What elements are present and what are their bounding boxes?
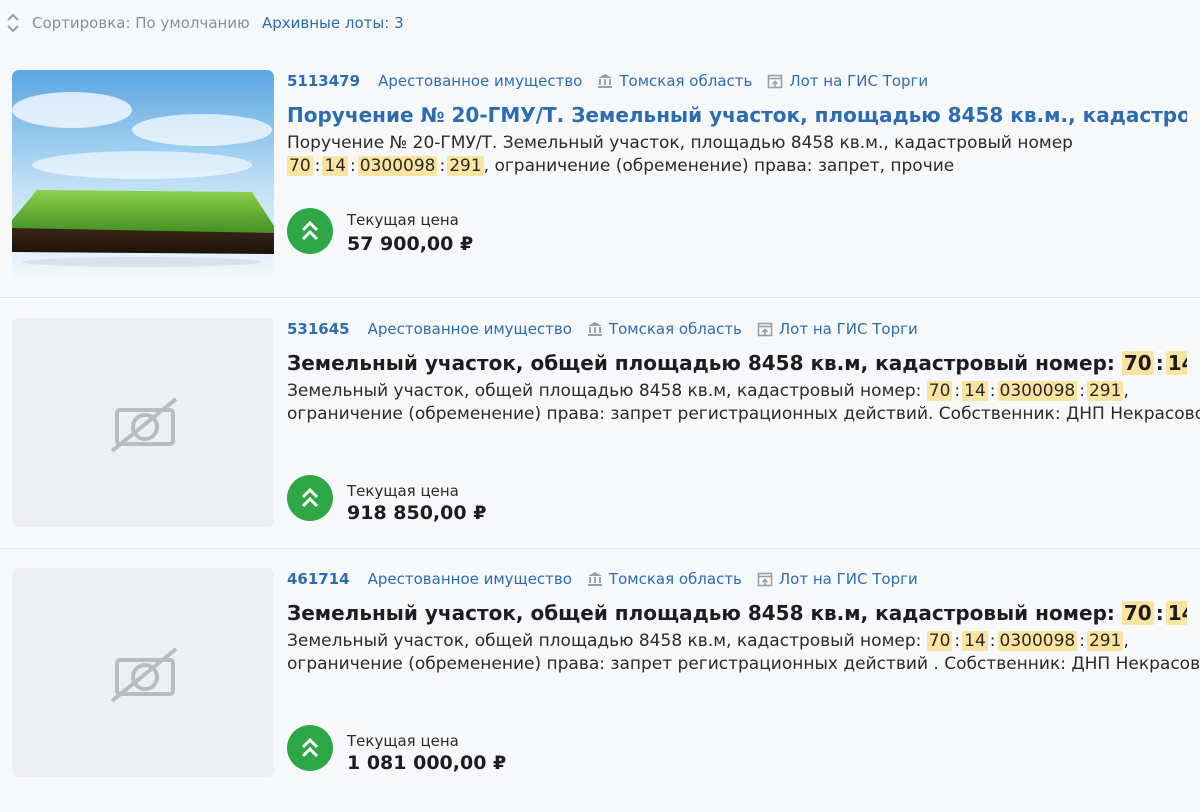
desc-text: , ограничение (обременение) права: запре… [483,156,955,176]
cad-part: 70 [926,631,953,651]
lot-description: Земельный участок, общей площадью 8458 к… [287,630,1200,676]
sort-icon [7,13,19,33]
cad-part: 14 [962,381,988,401]
cad-part: 0300098 [997,381,1078,401]
lot-meta: 531645 Арестованное имущество Томская об… [287,318,918,340]
desc-line: ограничение (обременение) права: запрет … [287,404,1200,424]
desc-line: Поручение № 20-ГМУ/Т. Земельный участок,… [287,133,1073,153]
cad-part: 14 [1165,351,1187,375]
lot-meta: 461714 Арестованное имущество Томская об… [287,568,918,590]
lot-title-link[interactable]: Земельный участок, общей площадью 8458 к… [287,598,1187,628]
lot-image[interactable] [12,568,274,777]
cad-part: 14 [962,631,988,651]
price-label: Текущая цена [347,482,459,500]
gis-torgi-link[interactable]: Лот на ГИС Торги [779,570,918,588]
sort-dropdown[interactable]: Сортировка: По умолчанию [6,12,250,34]
external-link-icon [768,74,783,89]
price-up-icon [287,725,333,771]
desc-line: Земельный участок, общей площадью 8458 к… [287,631,1129,651]
price-label: Текущая цена [347,732,459,750]
cad-part: 70 [1121,601,1154,625]
desc-line: Земельный участок, общей площадью 8458 к… [287,381,1129,401]
lot-category-link[interactable]: Арестованное имущество [378,72,582,90]
desc-line: ограничение (обременение) права: запрет … [287,654,1200,674]
bank-icon [587,322,602,336]
desc-line: 70:14:0300098:291, ограничение (обремене… [287,156,955,176]
lot-region: Томская область [619,72,753,90]
external-link-icon [757,322,773,337]
bank-icon [598,74,613,88]
lot-title-link[interactable]: Поручение № 20-ГМУ/Т. Земельный участок,… [287,100,1187,130]
cad-part: 291 [447,156,484,176]
cad-part: 14 [1165,601,1187,625]
lot-region: Томская область [608,570,742,588]
lot-card: 531645 Арестованное имущество Томская об… [0,298,1200,549]
sort-label: Сортировка: По умолчанию [32,14,250,32]
cad-part: 14 [322,156,349,176]
no-photo-icon [12,568,274,777]
external-link-icon [757,572,773,587]
lot-region: Томская область [608,320,742,338]
lot-description: Поручение № 20-ГМУ/Т. Земельный участок,… [287,132,1187,178]
lot-description: Земельный участок, общей площадью 8458 к… [287,380,1200,426]
gis-torgi-link[interactable]: Лот на ГИС Торги [779,320,918,338]
bank-icon [587,572,602,586]
lot-category-link[interactable]: Арестованное имущество [368,320,572,338]
cad-part: 70 [1121,351,1154,375]
archive-lots-link[interactable]: Архивные лоты: 3 [262,14,404,32]
price-up-icon [287,208,333,254]
grass-plot-image [12,70,274,279]
title-text: Земельный участок, общей площадью 8458 к… [287,601,1115,625]
lot-title-link[interactable]: Земельный участок, общей площадью 8458 к… [287,348,1187,378]
price-value: 1 081 000,00 ₽ [347,752,507,774]
lot-meta: 5113479 Арестованное имущество Томская о… [287,70,928,92]
no-photo-icon [12,318,274,527]
cad-part: 0300098 [357,156,438,176]
price-up-icon [287,475,333,521]
price-value: 918 850,00 ₽ [347,502,487,524]
lot-number-link[interactable]: 5113479 [287,72,360,90]
toolbar: Сортировка: По умолчанию Архивные лоты: … [0,0,1200,50]
cad-part: 70 [926,381,953,401]
price-label: Текущая цена [347,211,459,229]
lot-card: 5113479 Арестованное имущество Томская о… [0,50,1200,298]
price-value: 57 900,00 ₽ [347,233,474,255]
gis-torgi-link[interactable]: Лот на ГИС Торги [789,72,928,90]
lot-number-link[interactable]: 531645 [287,320,350,338]
cad-part: 0300098 [997,631,1078,651]
lot-card: 461714 Арестованное имущество Томская об… [0,548,1200,798]
lot-image[interactable] [12,318,274,527]
cad-part: 291 [1086,381,1124,401]
cad-part: 70 [287,156,313,176]
title-text: Земельный участок, общей площадью 8458 к… [287,351,1115,375]
lot-image[interactable] [12,70,274,279]
lot-category-link[interactable]: Арестованное имущество [368,570,572,588]
cad-part: 291 [1086,631,1124,651]
lot-number-link[interactable]: 461714 [287,570,350,588]
